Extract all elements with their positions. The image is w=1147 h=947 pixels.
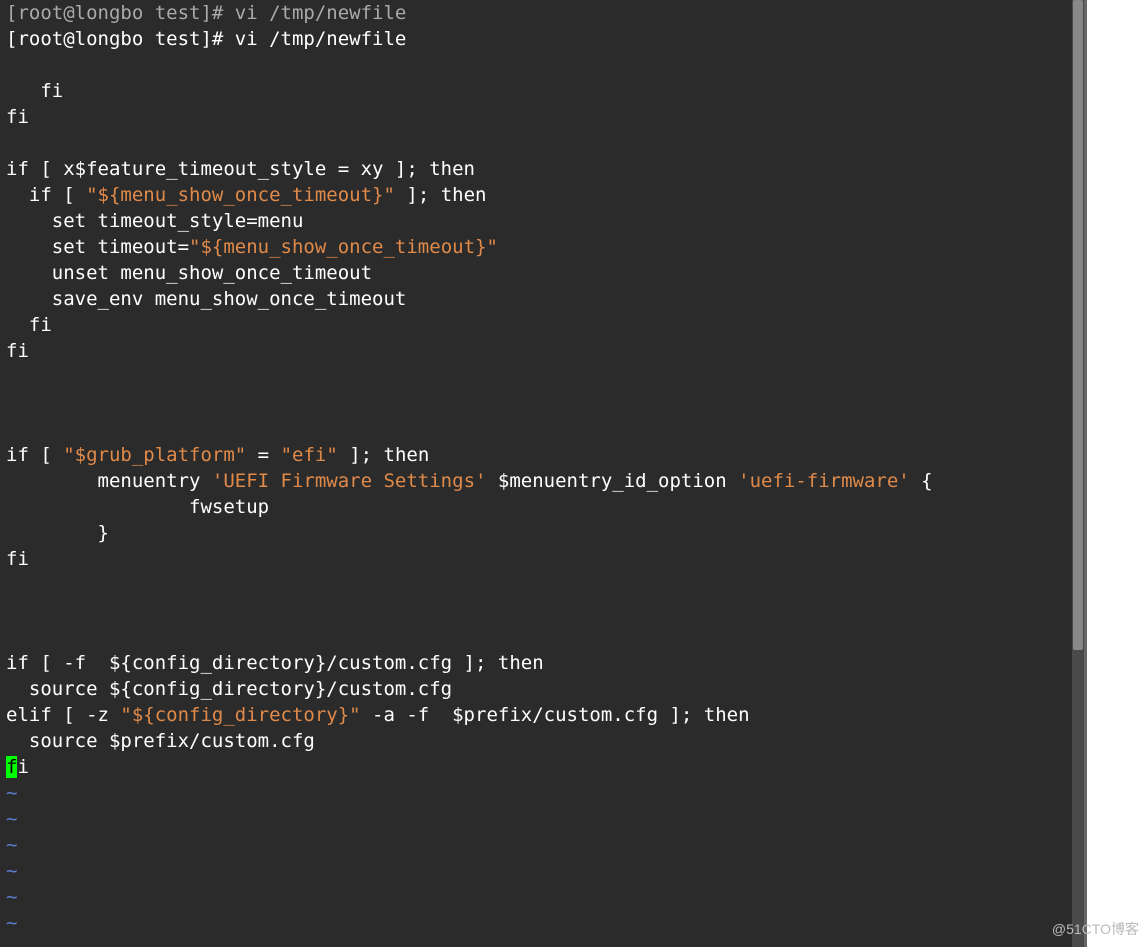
string-literal: "${menu_show_once_timeout}" xyxy=(86,184,395,206)
code-line: menuentry xyxy=(6,470,212,492)
code-line: save_env menu_show_once_timeout xyxy=(6,288,406,310)
right-margin-inner xyxy=(1122,0,1147,947)
string-literal: "efi" xyxy=(281,444,338,466)
code-line: ]; then xyxy=(338,444,430,466)
code-line: $menuentry_id_option xyxy=(486,470,738,492)
vi-empty-line: ~ xyxy=(6,808,17,830)
code-line: source ${config_directory}/custom.cfg xyxy=(6,678,452,700)
code-line: if [ xyxy=(6,444,63,466)
code-line: if [ xyxy=(6,184,86,206)
string-literal: 'UEFI Firmware Settings' xyxy=(212,470,487,492)
string-literal: 'uefi-firmware' xyxy=(738,470,910,492)
terminal-window: [root@longbo test]# vi /tmp/newfile [roo… xyxy=(0,0,1087,947)
shell-prompt-line: [root@longbo test]# vi /tmp/newfile xyxy=(6,28,406,50)
watermark: @51CTO博客 xyxy=(1052,919,1139,939)
string-literal: "$grub_platform" xyxy=(63,444,246,466)
vi-empty-line: ~ xyxy=(6,782,17,804)
code-line: -a -f $prefix/custom.cfg ]; then xyxy=(361,704,750,726)
vi-empty-line: ~ xyxy=(6,834,17,856)
code-line: { xyxy=(910,470,933,492)
scrollbar-track[interactable] xyxy=(1072,0,1084,947)
vi-empty-line: ~ xyxy=(6,886,17,908)
scrollbar-thumb[interactable] xyxy=(1073,0,1083,650)
code-line: } xyxy=(6,522,109,544)
code-line: fwsetup xyxy=(6,496,269,518)
code-line: fi xyxy=(6,106,29,128)
code-line: if [ -f ${config_directory}/custom.cfg ]… xyxy=(6,652,544,674)
string-literal: "${menu_show_once_timeout}" xyxy=(189,236,498,258)
cursor: f xyxy=(6,756,17,778)
code-line: fi xyxy=(6,80,63,102)
code-line: fi xyxy=(6,548,29,570)
code-line: fi xyxy=(6,314,52,336)
code-line: ]; then xyxy=(395,184,487,206)
code-line: = xyxy=(246,444,280,466)
code-line: if [ x$feature_timeout_style = xy ]; the… xyxy=(6,158,475,180)
code-line: fi xyxy=(6,340,29,362)
vi-empty-line: ~ xyxy=(6,860,17,882)
right-margin xyxy=(1087,0,1122,947)
code-line: set timeout= xyxy=(6,236,189,258)
terminal-content[interactable]: [root@longbo test]# vi /tmp/newfile [roo… xyxy=(0,0,1075,947)
code-line: i xyxy=(17,756,28,778)
code-line: source $prefix/custom.cfg xyxy=(6,730,315,752)
vi-empty-line: ~ xyxy=(6,912,17,934)
code-line: set timeout_style=menu xyxy=(6,210,303,232)
code-line: unset menu_show_once_timeout xyxy=(6,262,372,284)
shell-prompt-partial: [root@longbo test]# vi /tmp/newfile xyxy=(6,2,406,24)
code-line: elif [ -z xyxy=(6,704,120,726)
string-literal: "${config_directory}" xyxy=(120,704,360,726)
